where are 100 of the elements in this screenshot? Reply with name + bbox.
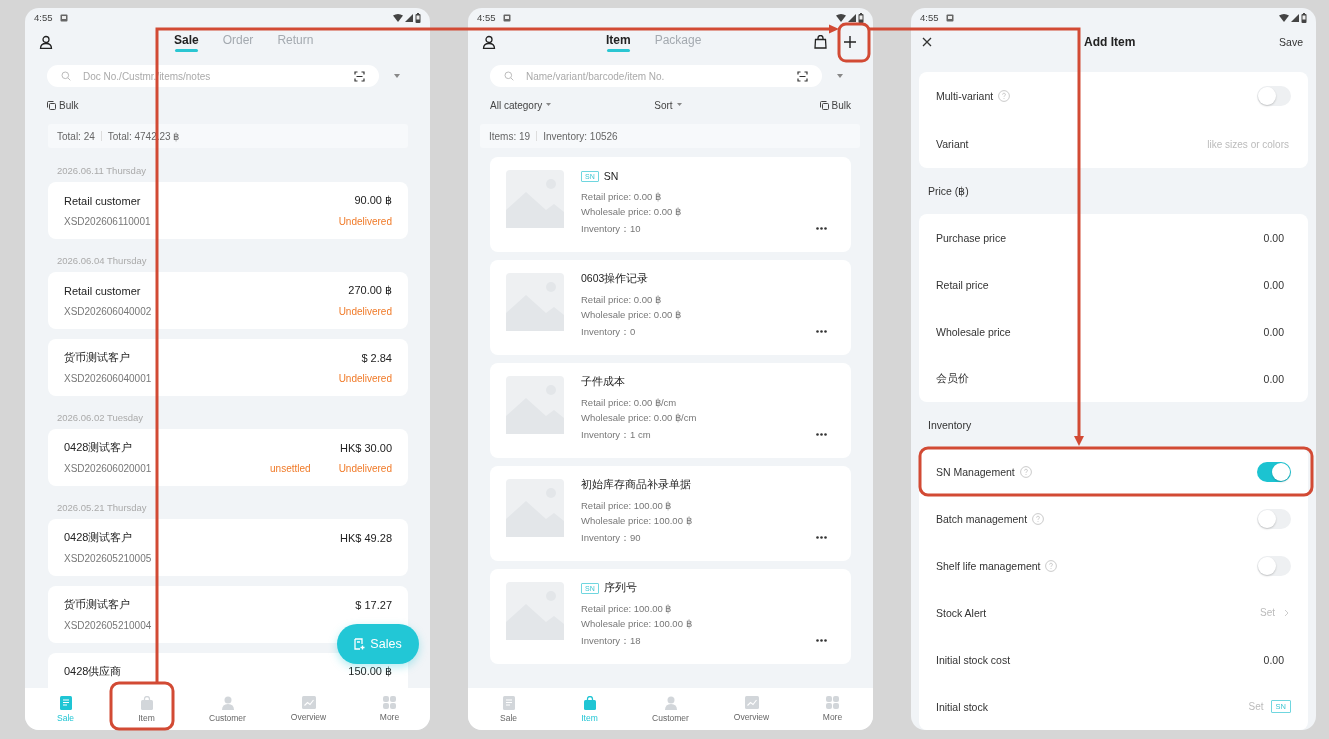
order-card[interactable]: Retail customer 90.00 ฿ XSD202606110001 Undelivered: [48, 182, 408, 239]
scan-icon[interactable]: [354, 70, 365, 82]
customer-name: Retail customer: [64, 284, 141, 297]
nav-tab[interactable]: More: [349, 688, 430, 730]
caret-icon[interactable]: [394, 73, 400, 79]
section-heading: Price (฿): [928, 185, 969, 197]
save-button[interactable]: Save: [1279, 36, 1303, 48]
order-number: XSD202606110001: [64, 216, 151, 227]
field-label: Shelf life management: [936, 559, 1041, 572]
field-value[interactable]: 0.00: [1263, 372, 1284, 385]
person-icon[interactable]: [482, 35, 496, 49]
battery-icon: [415, 12, 421, 23]
price-text: Retail price: 100.00 ฿: [581, 499, 673, 513]
field-label: Retail price: [936, 278, 989, 291]
nav-tab[interactable]: Overview: [268, 688, 349, 730]
order-card[interactable]: Retail customer 270.00 ฿ XSD202606040002 Undelivered: [48, 272, 408, 329]
tab[interactable]: Sale: [172, 31, 201, 53]
more-icon[interactable]: [816, 227, 827, 230]
summary-text: Items: 19: [489, 130, 531, 142]
status-label: unsettled: [270, 463, 311, 474]
item-card[interactable]: 初始库存商品补录单据 Retail price: 100.00 ฿ Wholesale price: 100.00 ฿ Inventory：90: [490, 466, 851, 561]
toggle-switch[interactable]: [1257, 508, 1291, 529]
variant-field[interactable]: like sizes or colors: [1157, 137, 1291, 151]
field-label: Purchase price: [936, 231, 1007, 244]
person-icon: [221, 695, 234, 710]
inventory-text: Inventory：18: [581, 634, 641, 648]
summary-text: Inventory: 10526: [543, 130, 618, 142]
chart-icon: [744, 696, 759, 709]
toggle-switch[interactable]: [1257, 86, 1291, 106]
field-label: Variant: [936, 138, 969, 150]
field-value[interactable]: 0.00: [1263, 231, 1284, 244]
field-label: Wholesale price: [936, 325, 1011, 338]
nav-tab[interactable]: Customer: [187, 688, 268, 730]
more-icon[interactable]: [816, 433, 827, 436]
field-value[interactable]: 0.00: [1263, 653, 1284, 666]
search-input[interactable]: Name/variant/barcode/item No.: [524, 69, 787, 83]
order-card[interactable]: 0428供应商 150.00 ฿: [48, 653, 408, 688]
scan-icon[interactable]: [797, 70, 808, 82]
status-label: Undelivered: [338, 216, 392, 227]
notification-icon: [502, 13, 511, 22]
field-value[interactable]: 0.00: [1263, 325, 1284, 338]
order-amount: 150.00 ฿: [348, 665, 392, 678]
person-icon: [664, 695, 677, 710]
price-text: Retail price: 100.00 ฿: [581, 602, 673, 616]
customer-name: Retail customer: [64, 194, 141, 207]
bulk-button[interactable]: Bulk: [47, 99, 79, 111]
item-card[interactable]: 子件成本 Retail price: 0.00 ฿/cm Wholesale price: 0.00 ฿/cm Inventory：1 cm: [490, 363, 851, 458]
battery-icon: [858, 12, 864, 23]
more-icon[interactable]: [816, 639, 827, 642]
search-field[interactable]: Name/variant/barcode/item No.: [490, 65, 822, 87]
field-label: Initial stock cost: [936, 653, 1011, 666]
section-heading: Inventory: [928, 419, 972, 431]
item-card[interactable]: 0603操作记录 Retail price: 0.00 ฿ Wholesale price: 0.00 ฿ Inventory：0: [490, 260, 851, 355]
status-time: 4:55: [477, 12, 496, 23]
bulk-button[interactable]: Bulk: [819, 99, 851, 111]
status-time: 4:55: [920, 12, 939, 23]
order-card[interactable]: 0428测试客户 HK$ 49.28 XSD202605210005: [48, 519, 408, 576]
nav-tab[interactable]: Customer: [630, 688, 711, 730]
person-icon[interactable]: [39, 35, 53, 49]
price-text: Wholesale price: 0.00 ฿/cm: [581, 411, 698, 425]
price-text: Wholesale price: 0.00 ฿: [581, 308, 682, 322]
price-text: Wholesale price: 100.00 ฿: [581, 617, 693, 631]
date-label: 2026.06.11 Thursday: [57, 165, 146, 176]
battery-icon: [1301, 12, 1307, 23]
document-icon: [502, 695, 515, 710]
order-amount: HK$ 49.28: [340, 531, 392, 544]
toggle-switch[interactable]: [1257, 555, 1291, 576]
filter-dropdown[interactable]: All category: [490, 99, 552, 111]
close-icon[interactable]: [922, 37, 932, 47]
receipt-icon: [354, 638, 366, 650]
nav-tab[interactable]: Sale: [468, 688, 549, 730]
status-label: Undelivered: [338, 373, 392, 384]
bag-icon[interactable]: [814, 35, 827, 49]
order-number: XSD202605210005: [64, 553, 152, 564]
status-label: Undelivered: [338, 306, 392, 317]
nav-tab[interactable]: More: [792, 688, 873, 730]
grid-icon: [826, 696, 839, 709]
order-card[interactable]: 0428测试客户 HK$ 30.00 XSD202606020001 unsettled Undelivered: [48, 429, 408, 486]
tab[interactable]: Item: [604, 31, 633, 53]
nav-tab[interactable]: Overview: [711, 688, 792, 730]
wifi-icon: [1279, 13, 1289, 22]
page-title: Add Item: [1084, 35, 1136, 49]
field-label: 会员价: [936, 371, 969, 386]
more-icon[interactable]: [816, 330, 827, 333]
inventory-text: Inventory：0: [581, 325, 636, 339]
field-label: Initial stock: [936, 700, 988, 713]
toggle-switch[interactable]: [1257, 461, 1291, 482]
more-icon[interactable]: [816, 536, 827, 539]
image-placeholder-icon: [506, 582, 564, 640]
caret-icon[interactable]: [837, 73, 843, 79]
date-label: 2026.06.02 Tuesday: [57, 412, 144, 423]
copy-icon: [47, 100, 56, 110]
inventory-text: Inventory：1 cm: [581, 428, 651, 442]
field-value[interactable]: 0.00: [1263, 278, 1284, 291]
nav-tab[interactable]: Item: [106, 688, 187, 730]
filter-dropdown[interactable]: Sort: [654, 99, 682, 111]
wifi-icon: [836, 13, 846, 22]
field-label: Multi-variant: [936, 90, 994, 102]
plus-icon[interactable]: [843, 35, 857, 49]
order-card[interactable]: 货币测试客户 $ 2.84 XSD202606040001 Undelivered: [48, 339, 408, 396]
